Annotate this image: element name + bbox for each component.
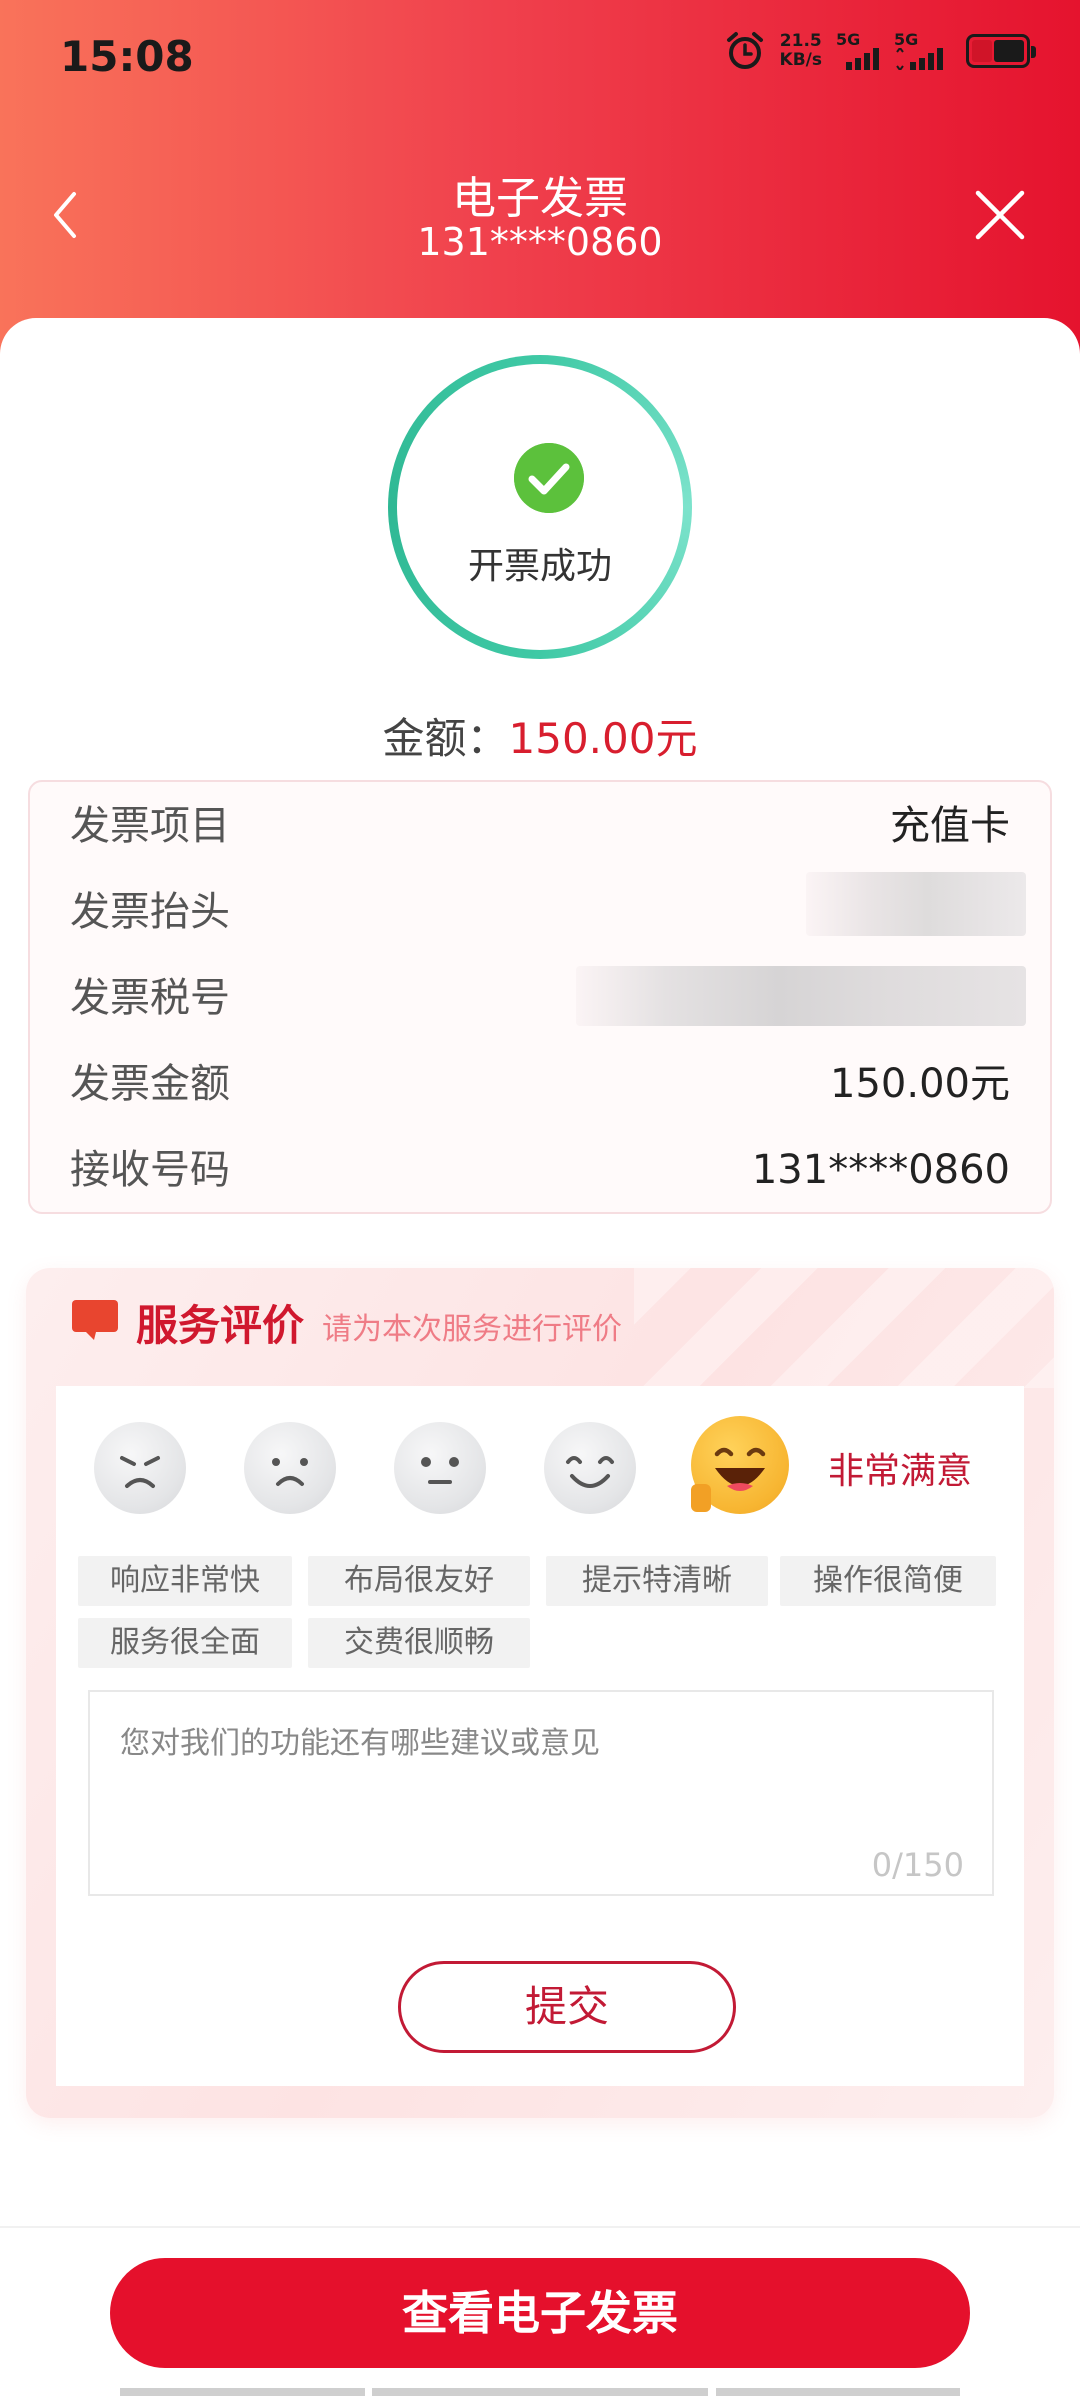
service-evaluation-card: 服务评价 请为本次服务进行评价 非常满意 响应非常快 布局很友好 提示特清晰 操… (26, 1268, 1054, 2118)
divider (0, 2226, 1080, 2228)
signal-icon (846, 48, 879, 70)
feedback-char-count: 0/150 (871, 1846, 964, 1884)
nav-indicator (716, 2388, 960, 2396)
feedback-tag[interactable]: 交费很顺畅 (308, 1618, 530, 1668)
rating-sad-icon[interactable] (244, 1422, 336, 1514)
service-subtitle: 请为本次服务进行评价 (322, 1312, 622, 1347)
invoice-details-card: 发票项目 充值卡 发票抬头 发票税号 发票金额 150.00元 接收号码 131… (28, 780, 1052, 1214)
invoice-header-label: 发票抬头 (70, 889, 230, 935)
status-icons: 21.5 KB/s 5G 5G (724, 30, 1036, 72)
invoice-item-value: 充值卡 (890, 803, 1010, 849)
status-bar: 15:08 21.5 KB/s 5G 5G (0, 0, 1080, 110)
sim1-label: 5G (836, 30, 861, 49)
page-subtitle: 131****0860 (417, 220, 663, 264)
feedback-tag[interactable]: 布局很友好 (308, 1556, 530, 1606)
feedback-input[interactable]: 您对我们的功能还有哪些建议或意见 0/150 (88, 1690, 994, 1896)
amount-value: 150.00元 (508, 714, 698, 763)
battery-low-icon (966, 34, 1036, 68)
invoice-amount-label: 发票金额 (70, 1061, 230, 1107)
invoice-row: 发票金额 150.00元 (30, 1054, 1050, 1114)
nav-indicator (372, 2388, 708, 2396)
nav-indicator (120, 2388, 365, 2396)
chat-bubble-icon (72, 1300, 118, 1340)
rating-smile-icon[interactable] (544, 1422, 636, 1514)
invoice-item-label: 发票项目 (70, 803, 230, 849)
page-title: 电子发票 (452, 173, 628, 224)
sim2-signal: 5G (894, 32, 946, 70)
check-circle-icon (514, 443, 584, 513)
receive-number-label: 接收号码 (70, 1147, 230, 1193)
rating-neutral-icon[interactable] (394, 1422, 486, 1514)
invoice-tax-id-label: 发票税号 (70, 975, 230, 1021)
feedback-tag[interactable]: 响应非常快 (78, 1556, 292, 1606)
redacted-tax-id (576, 966, 1026, 1026)
feedback-placeholder: 您对我们的功能还有哪些建议或意见 (120, 1726, 600, 1761)
invoice-row: 发票税号 (30, 966, 1050, 1028)
rating-angry-icon[interactable] (94, 1422, 186, 1514)
success-text: 开票成功 (467, 546, 612, 587)
invoice-row: 发票项目 充值卡 (30, 796, 1050, 856)
invoice-amount-value: 150.00元 (830, 1061, 1010, 1107)
decorative-stripes (634, 1268, 1054, 1388)
amount-label: 金额： (382, 714, 509, 763)
success-ring: 开票成功 (388, 355, 692, 659)
feedback-tag[interactable]: 提示特清晰 (546, 1556, 768, 1606)
signal-icon (896, 48, 943, 70)
sim1-signal: 5G (836, 32, 880, 70)
submit-button[interactable]: 提交 (398, 1961, 736, 2053)
net-speed-unit: KB/s (779, 50, 822, 70)
net-speed-value: 21.5 (779, 31, 822, 51)
receive-number-value: 131****0860 (751, 1147, 1010, 1193)
alarm-icon (726, 32, 763, 69)
amount-line: 金额：150.00元 (0, 705, 1080, 766)
view-invoice-button[interactable]: 查看电子发票 (110, 2258, 970, 2368)
invoice-row: 接收号码 131****0860 (30, 1140, 1050, 1200)
redacted-invoice-header (806, 872, 1026, 936)
rating-very-happy-icon[interactable] (691, 1416, 789, 1514)
feedback-tag[interactable]: 操作很简便 (780, 1556, 996, 1606)
net-speed: 21.5 KB/s (780, 32, 822, 70)
invoice-row: 发票抬头 (30, 872, 1050, 942)
sim2-label: 5G (894, 30, 919, 49)
feedback-tag[interactable]: 服务很全面 (78, 1618, 292, 1668)
service-title: 服务评价 (136, 1301, 305, 1350)
service-form: 非常满意 响应非常快 布局很友好 提示特清晰 操作很简便 服务很全面 交费很顺畅… (56, 1386, 1024, 2086)
status-time: 15:08 (60, 32, 194, 81)
selected-rating-label: 非常满意 (828, 1451, 973, 1492)
close-icon[interactable] (970, 185, 1030, 245)
